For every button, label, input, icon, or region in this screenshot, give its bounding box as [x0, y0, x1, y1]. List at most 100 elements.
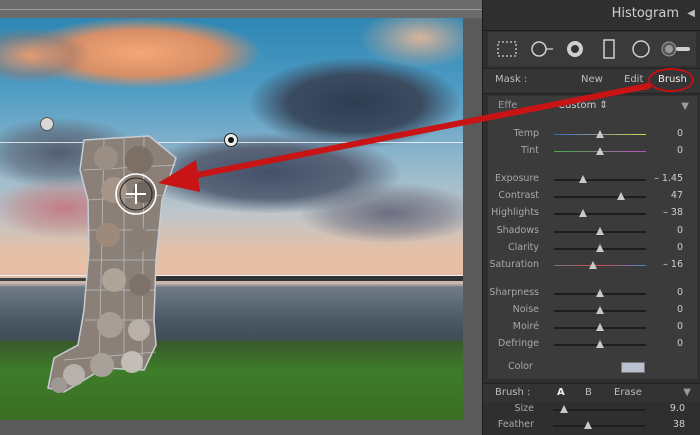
slider-thumb[interactable]	[596, 227, 604, 235]
slider-label: Highlights	[491, 207, 539, 218]
slider-label: Temp	[513, 128, 539, 139]
brush-cursor-icon[interactable]	[114, 172, 158, 216]
mask-brush-button[interactable]: Brush	[658, 74, 687, 85]
photo-canvas[interactable]	[0, 0, 482, 435]
brush-feather-thumb[interactable]	[583, 421, 592, 429]
slider-value[interactable]: 0	[677, 145, 683, 156]
slider-thumb[interactable]	[579, 209, 588, 217]
slider-row-temp: Temp 0	[488, 128, 697, 142]
effect-label: Effe	[498, 100, 518, 111]
slider-track[interactable]	[554, 306, 646, 314]
slider-track[interactable]	[554, 130, 646, 138]
color-row: Color	[488, 361, 697, 375]
slider-value[interactable]: 0	[677, 242, 683, 253]
adjustment-brush-icon[interactable]	[660, 38, 692, 60]
triangle-left-icon[interactable]: ◀	[687, 8, 695, 19]
slider-thumb[interactable]	[617, 192, 626, 200]
slider-row-clarity: Clarity 0	[488, 242, 697, 256]
slider-label: Contrast	[498, 190, 539, 201]
slider-thumb[interactable]	[596, 306, 604, 314]
top-strip	[0, 0, 482, 18]
slider-value[interactable]: 0	[677, 338, 683, 349]
slider-track[interactable]	[554, 340, 646, 348]
slider-label: Tint	[521, 145, 539, 156]
brush-feather-track[interactable]	[553, 421, 645, 429]
brush-feather-value[interactable]: 38	[673, 419, 685, 430]
histogram-title: Histogram	[611, 6, 679, 21]
effect-preset-select[interactable]: Custom ⇕	[558, 100, 608, 111]
slider-thumb[interactable]	[579, 175, 588, 183]
mask-edit-button[interactable]: Edit	[624, 74, 643, 85]
slider-row-sharpness: Sharpness 0	[488, 287, 697, 301]
slider-label: Sharpness	[489, 287, 539, 298]
strip-line	[0, 9, 482, 10]
slider-label: Moiré	[512, 321, 539, 332]
color-label: Color	[508, 361, 533, 372]
slider-track[interactable]	[554, 175, 646, 183]
red-eye-icon[interactable]	[562, 38, 588, 60]
brush-size-track[interactable]	[553, 405, 645, 413]
slider-label: Defringe	[498, 338, 539, 349]
slider-thumb[interactable]	[588, 261, 597, 269]
slider-value[interactable]: 0	[677, 225, 683, 236]
brush-a-button[interactable]: A	[557, 387, 565, 398]
brush-pin-secondary[interactable]	[224, 133, 238, 147]
slider-label: Noise	[512, 304, 539, 315]
slider-value[interactable]: 0	[677, 304, 683, 315]
crop-overlay-icon[interactable]	[494, 38, 520, 60]
triangle-down-icon[interactable]: ▼	[683, 387, 691, 398]
triangle-down-icon[interactable]: ▼	[681, 101, 689, 112]
slider-track[interactable]	[554, 289, 646, 297]
brush-size-label: Size	[514, 403, 534, 414]
graduated-filter-icon[interactable]	[596, 38, 622, 60]
slider-thumb[interactable]	[596, 323, 604, 331]
cloud-gray	[300, 183, 463, 243]
brush-feather-row: Feather 38	[483, 419, 700, 433]
mask-row: Mask : New Edit Brush	[483, 68, 700, 94]
slider-value[interactable]: 0	[677, 287, 683, 298]
pin-center-dot	[228, 137, 234, 143]
slider-row-saturation: Saturation – 16	[488, 259, 697, 273]
brush-size-thumb[interactable]	[560, 405, 569, 413]
slider-row-defringe: Defringe 0	[488, 338, 697, 352]
brush-label: Brush :	[495, 387, 531, 398]
develop-right-panel: Histogram ◀ Mask : New Edit Brush Effe C…	[482, 0, 700, 435]
brush-b-button[interactable]: B	[585, 387, 592, 398]
slider-label: Exposure	[495, 173, 539, 184]
brush-size-row: Size 9.0	[483, 403, 700, 417]
slider-row-moir: Moiré 0	[488, 321, 697, 335]
spot-removal-icon[interactable]	[528, 38, 554, 60]
slider-track[interactable]	[554, 147, 646, 155]
slider-value[interactable]: 0	[677, 128, 683, 139]
slider-value[interactable]: 0	[677, 321, 683, 332]
photo-image[interactable]	[0, 18, 463, 420]
slider-row-highlights: Highlights – 38	[488, 207, 697, 221]
slider-thumb[interactable]	[596, 340, 604, 348]
radial-filter-icon[interactable]	[628, 38, 654, 60]
brush-row: Brush : A B Erase ▼	[483, 383, 700, 402]
slider-thumb[interactable]	[596, 147, 604, 155]
brush-size-value[interactable]: 9.0	[670, 403, 685, 414]
slider-track[interactable]	[554, 209, 646, 217]
slider-track[interactable]	[554, 192, 646, 200]
slider-row-contrast: Contrast 47	[488, 190, 697, 204]
effect-row: Effe Custom ⇕ ▼	[488, 100, 697, 114]
slider-value[interactable]: – 38	[663, 207, 683, 218]
slider-value[interactable]: – 1.45	[654, 173, 683, 184]
slider-track[interactable]	[554, 227, 646, 235]
slider-thumb[interactable]	[596, 130, 604, 138]
slider-row-noise: Noise 0	[488, 304, 697, 318]
slider-track[interactable]	[554, 323, 646, 331]
slider-value[interactable]: – 16	[663, 259, 683, 270]
slider-track[interactable]	[554, 244, 646, 252]
brush-pin-inactive[interactable]	[40, 117, 54, 131]
slider-track[interactable]	[554, 261, 646, 269]
histogram-header[interactable]: Histogram ◀	[483, 0, 700, 30]
color-swatch[interactable]	[621, 362, 645, 373]
slider-thumb[interactable]	[596, 289, 604, 297]
mask-new-button[interactable]: New	[581, 74, 603, 85]
slider-label: Shadows	[496, 225, 539, 236]
brush-erase-button[interactable]: Erase	[614, 387, 642, 398]
slider-value[interactable]: 47	[671, 190, 683, 201]
slider-thumb[interactable]	[596, 244, 604, 252]
